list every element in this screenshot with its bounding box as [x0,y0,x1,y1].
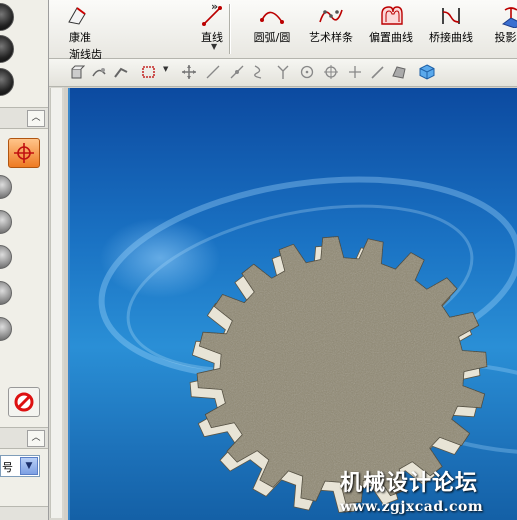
surface-point-icon[interactable] [391,64,407,80]
prohibited-icon [14,392,34,412]
point-line-icon[interactable] [229,64,245,80]
watermark-url: www.zgjxcad.com [340,499,484,515]
left-round-button-3[interactable] [0,68,14,96]
tool-offset-curve-label: 偏置曲线 [369,31,413,44]
watermark: 机械设计论坛 www.zgjxcad.com [340,465,483,515]
tool-line[interactable]: 直线 [187,2,237,56]
extend-curve-icon[interactable] [113,64,129,80]
gear-model-canvas[interactable] [70,88,517,520]
quadrant-point-icon[interactable] [323,64,339,80]
tool-arc-circle-label: 圆弧/圆 [253,31,291,44]
arc-icon [260,11,284,24]
branch-icon[interactable] [275,64,291,80]
diagonal-line-icon[interactable] [369,64,385,80]
panel-header-3 [0,506,48,520]
panel-header-1: ︿ [0,107,48,129]
cancel-snap-button[interactable] [8,387,40,417]
offset-curve-icon [381,6,403,25]
chevron-down-icon[interactable]: ▼ [20,457,38,475]
left-round-button-2[interactable] [0,35,14,63]
left-panel: ︿ ︿ 号 ▼ [0,0,49,520]
plus-point-icon[interactable] [347,64,363,80]
crosshair-icon [14,143,34,163]
rectangle-select-icon[interactable] [141,64,157,80]
curve-toolbar: 康准 渐线齿 » ▼ 直线 圆弧/圆 艺术样条 偏置曲线 桥接曲线 投影 [49,0,517,61]
graphics-viewport[interactable]: 机械设计论坛 www.zgjxcad.com [68,88,517,520]
collapse-panel-button[interactable]: ︿ [27,110,45,127]
curve-tool-icon[interactable] [251,64,267,80]
tool-arc-circle[interactable]: 圆弧/圆 [245,2,299,56]
shaded-cube-icon[interactable] [419,64,435,80]
tool-involute-gear[interactable]: 康准 渐线齿 [49,2,109,61]
move-icon[interactable] [181,64,197,80]
trim-curve-icon[interactable] [91,64,107,80]
panel-header-2: ︿ [0,427,48,449]
tool-studio-spline[interactable]: 艺术样条 [303,2,359,56]
tool-project-curve[interactable]: 投影曲 [483,2,517,56]
tool-project-curve-label: 投影曲 [494,31,517,44]
project-curve-icon [501,7,517,28]
tool-involute-gear-label-1: 康准 [69,31,91,44]
tool-offset-curve[interactable]: 偏置曲线 [363,2,419,56]
vertical-scrollbar[interactable] [50,88,62,518]
watermark-title: 机械设计论坛 [340,470,479,496]
cube-edit-icon[interactable] [69,64,85,80]
background-glow [100,218,220,298]
left-small-button-3[interactable] [0,245,12,269]
left-small-button-5[interactable] [0,317,12,341]
tool-studio-spline-label: 艺术样条 [309,31,353,44]
tool-bridge-curve[interactable]: 桥接曲线 [423,2,479,56]
line-icon [202,6,222,26]
left-small-button-4[interactable] [0,281,12,305]
line-tool-icon[interactable] [205,64,221,80]
point-snap-button[interactable] [8,138,40,168]
spline-icon [319,9,343,23]
gear-curve-icon [68,7,86,25]
left-small-button-2[interactable] [0,210,12,234]
tool-line-label: 直线 [201,31,223,44]
circle-center-icon[interactable] [299,64,315,80]
bridge-curve-icon [442,8,460,24]
select-dropdown-arrow[interactable]: ▼ [163,65,168,73]
left-round-button-1[interactable] [0,3,14,31]
filter-dropdown[interactable]: 号 ▼ [0,455,40,477]
left-small-button-1[interactable] [0,175,12,199]
edit-curve-toolbar: ▼ [49,59,517,87]
tool-bridge-curve-label: 桥接曲线 [429,31,473,44]
filter-dropdown-value: 号 [2,461,13,474]
collapse-panel-button-2[interactable]: ︿ [27,430,45,447]
